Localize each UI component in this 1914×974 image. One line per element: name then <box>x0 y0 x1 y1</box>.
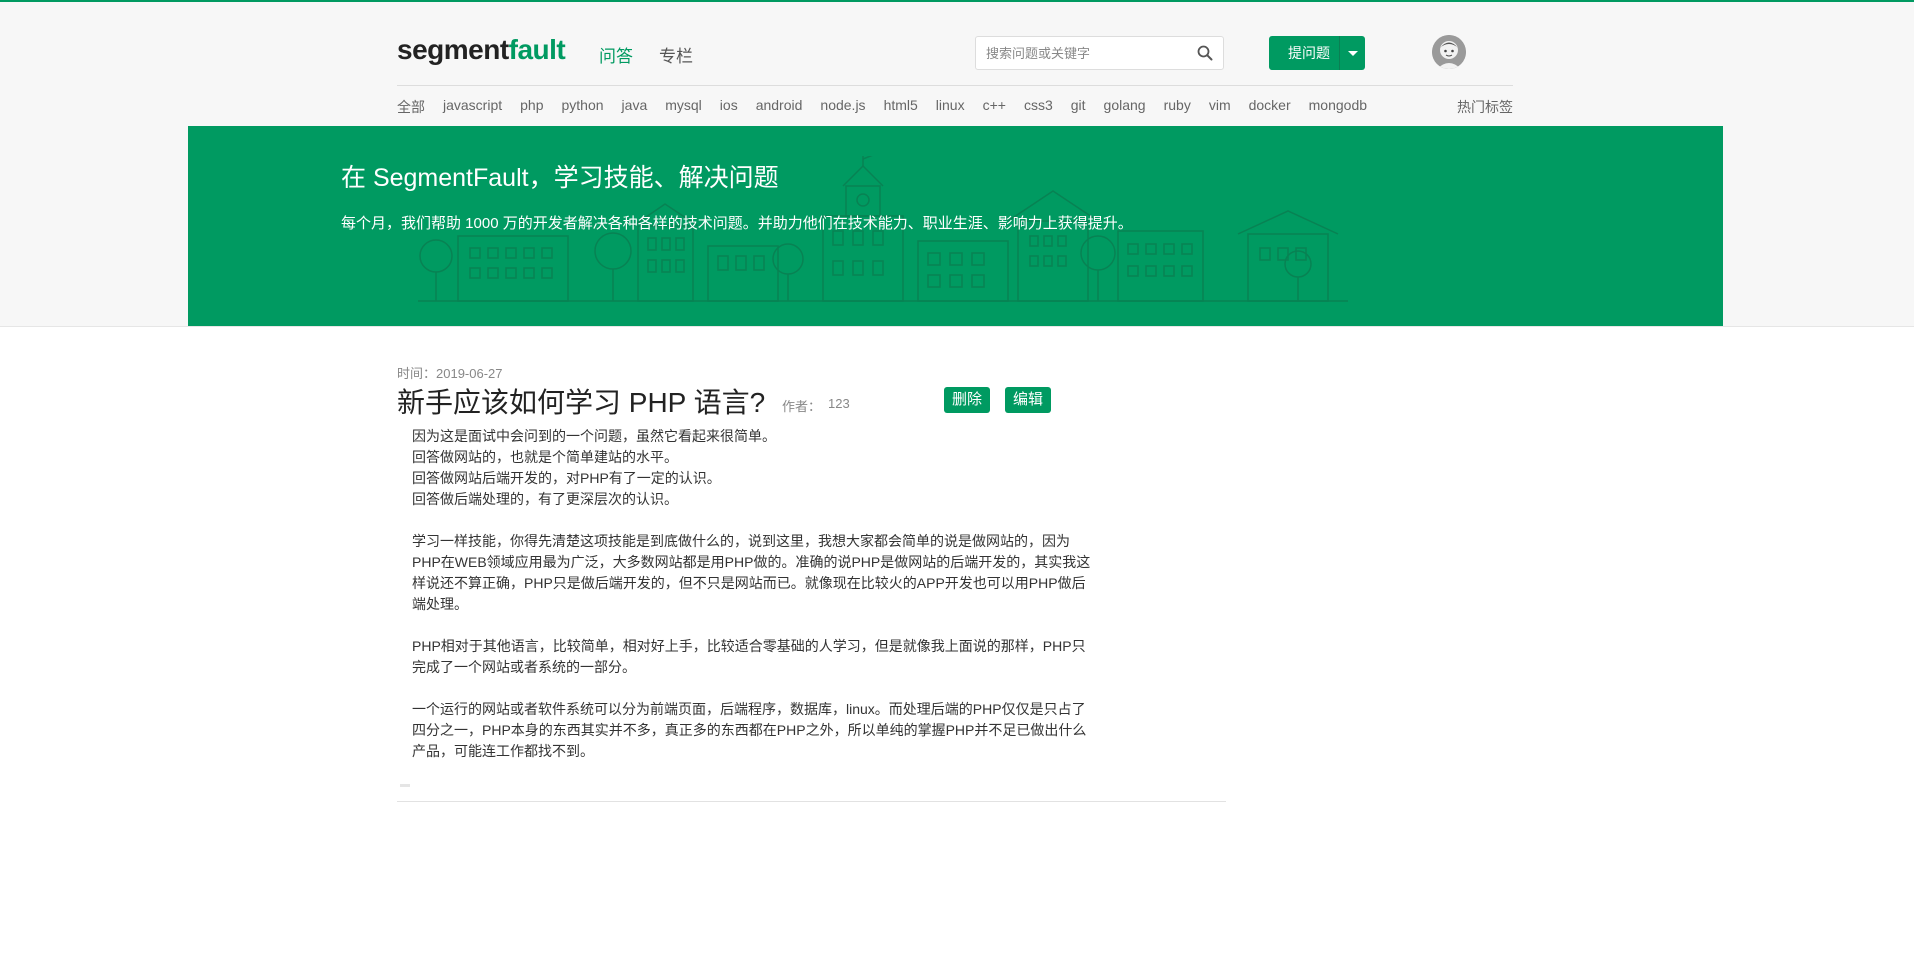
paragraph-line: 样说还不算正确，PHP只是做后端开发的，但不只是网站而已。就像现在比较火的APP… <box>412 575 1086 591</box>
tag-mysql[interactable]: mysql <box>665 97 702 117</box>
paragraph-line: 完成了一个网站或者系统的一部分。 <box>412 659 636 675</box>
search-box <box>975 36 1224 70</box>
avatar-icon <box>1432 35 1466 69</box>
nav-qa[interactable]: 问答 <box>599 42 633 67</box>
user-avatar[interactable] <box>1432 35 1466 69</box>
edit-button[interactable]: 编辑 <box>1005 387 1052 413</box>
tag-java[interactable]: java <box>622 97 648 117</box>
site-logo[interactable]: segmentfault <box>397 34 566 66</box>
tag-bar: 全部 javascript php python java mysql ios … <box>397 97 1385 117</box>
logo-main-text: segment <box>397 34 509 65</box>
footer-mark <box>400 784 410 787</box>
paragraph-line: 回答做网站的，也就是个简单建站的水平。 <box>412 449 678 465</box>
nav-columns[interactable]: 专栏 <box>659 42 693 67</box>
tag-ruby[interactable]: ruby <box>1164 97 1191 117</box>
paragraph: 学习一样技能，你得先清楚这项技能是到底做什么的，说到这里，我想大家都会简单的说是… <box>412 531 1152 615</box>
tag-css3[interactable]: css3 <box>1024 97 1053 117</box>
tag-android[interactable]: android <box>756 97 803 117</box>
tag-nodejs[interactable]: node.js <box>820 97 865 117</box>
tag-ios[interactable]: ios <box>720 97 738 117</box>
tag-mongodb[interactable]: mongodb <box>1309 97 1367 117</box>
paragraph-line: 因为这是面试中会问到的一个问题，虽然它看起来很简单。 <box>412 428 776 444</box>
tag-git[interactable]: git <box>1071 97 1086 117</box>
paragraph-line: 四分之一，PHP本身的东西其实并不多，真正多的东西都在PHP之外，所以单纯的掌握… <box>412 722 1087 738</box>
delete-button[interactable]: 删除 <box>944 387 991 413</box>
search-icon[interactable] <box>1197 45 1213 61</box>
tag-cpp[interactable]: c++ <box>983 97 1006 117</box>
banner-title: 在 SegmentFault，学习技能、解决问题 <box>341 164 779 192</box>
author-name[interactable]: 123 <box>828 396 850 411</box>
search-input[interactable] <box>986 37 1186 69</box>
paragraph-line: 回答做网站后端开发的，对PHP有了一定的认识。 <box>412 470 721 486</box>
paragraph-line: 产品，可能连工作都找不到。 <box>412 743 594 759</box>
banner-subtitle: 每个月，我们帮助 1000 万的开发者解决各种各样的技术问题。并助力他们在技术能… <box>341 215 1133 232</box>
tag-golang[interactable]: golang <box>1104 97 1146 117</box>
paragraph-line: 一个运行的网站或者软件系统可以分为前端页面，后端程序，数据库，linux。而处理… <box>412 701 1086 717</box>
logo-accent-text: fault <box>508 34 566 65</box>
tag-bar-divider <box>397 85 1513 86</box>
paragraph: PHP相对于其他语言，比较简单，相对好上手，比较适合零基础的人学习，但是就像我上… <box>412 636 1152 678</box>
paragraph: 一个运行的网站或者软件系统可以分为前端页面，后端程序，数据库，linux。而处理… <box>412 699 1152 762</box>
tag-html5[interactable]: html5 <box>884 97 918 117</box>
tag-docker[interactable]: docker <box>1249 97 1291 117</box>
post-title: 新手应该如何学习 PHP 语言? <box>397 387 766 418</box>
author-label: 作者： <box>782 399 822 414</box>
paragraph-line: 回答做后端处理的，有了更深层次的认识。 <box>412 491 678 507</box>
paragraph-line: 学习一样技能，你得先清楚这项技能是到底做什么的，说到这里，我想大家都会简单的说是… <box>412 533 1070 549</box>
tag-linux[interactable]: linux <box>936 97 965 117</box>
caret-down-icon[interactable] <box>1339 36 1365 70</box>
post-bottom-divider <box>397 801 1226 802</box>
hero-banner: 在 SegmentFault，学习技能、解决问题 每个月，我们帮助 1000 万… <box>188 126 1723 326</box>
tag-javascript[interactable]: javascript <box>443 97 502 117</box>
paragraph: 因为这是面试中会问到的一个问题，虽然它看起来很简单。 回答做网站的，也就是个简单… <box>412 426 1152 510</box>
post-body: 因为这是面试中会问到的一个问题，虽然它看起来很简单。 回答做网站的，也就是个简单… <box>412 426 1152 783</box>
tag-python[interactable]: python <box>562 97 604 117</box>
paragraph-line: PHP相对于其他语言，比较简单，相对好上手，比较适合零基础的人学习，但是就像我上… <box>412 638 1086 654</box>
paragraph-line: 端处理。 <box>412 596 468 612</box>
post-time: 时间：2019-06-27 <box>397 366 503 381</box>
hot-tags-link[interactable]: 热门标签 <box>1457 97 1513 117</box>
paragraph-line: PHP在WEB领域应用最为广泛，大多数网站都是用PHP做的。准确的说PHP是做网… <box>412 554 1091 570</box>
tag-vim[interactable]: vim <box>1209 97 1231 117</box>
tag-all[interactable]: 全部 <box>397 97 425 117</box>
ask-question-button[interactable]: 提问题 <box>1269 36 1349 70</box>
tag-php[interactable]: php <box>520 97 543 117</box>
